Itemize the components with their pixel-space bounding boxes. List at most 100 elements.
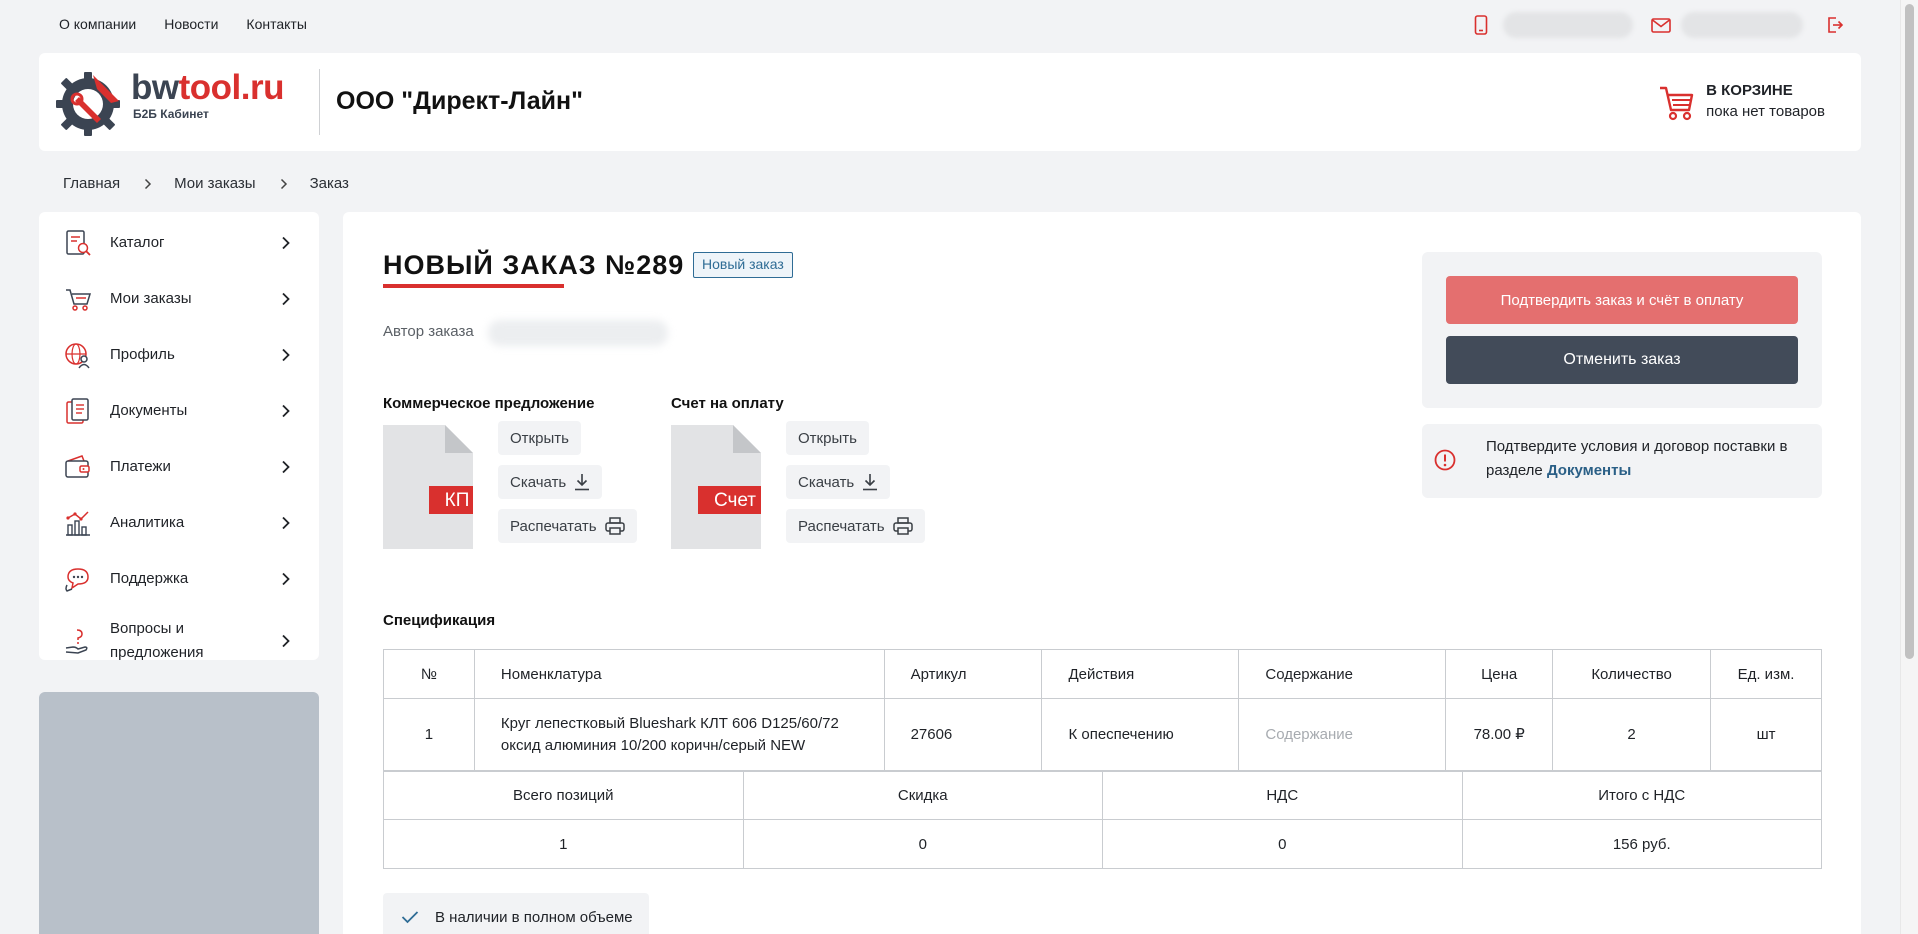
open-button[interactable]: Открыть (498, 421, 581, 455)
notice-text: Подтвердите условия и договор поставки в… (1486, 435, 1806, 483)
sidebar-item-orders[interactable]: Мои заказы (39, 271, 319, 327)
page-title: НОВЫЙ ЗАКАЗ №289 (383, 250, 685, 280)
document-file-icon[interactable]: КП (383, 425, 485, 549)
promo-banner[interactable] (39, 692, 319, 934)
column-header: Ед. изм. (1710, 649, 1822, 699)
nav-link-news[interactable]: Новости (164, 16, 218, 32)
cell-name: Круг лепестковый Blueshark КЛТ 606 D125/… (473, 698, 885, 772)
spec-title: Спецификация (383, 612, 496, 629)
sidebar-label: Мои заказы (110, 290, 192, 307)
printer-icon (892, 517, 913, 535)
column-header: Содержание (1238, 649, 1447, 699)
email-hidden (1681, 12, 1803, 38)
logout-icon[interactable] (1825, 15, 1845, 35)
cell-article: 27606 (883, 698, 1043, 772)
site-header: bwtool.ru Б2Б Кабинет ООО "Директ-Лайн" … (39, 53, 1861, 151)
print-label: Распечатать (798, 517, 885, 535)
print-button[interactable]: Распечатать (498, 509, 637, 543)
column-header: № (383, 649, 475, 699)
chevron-right-icon (282, 572, 290, 586)
summary-header-row: Всего позиций Скидка НДС Итого с НДС (383, 770, 1822, 820)
open-label: Открыть (798, 429, 857, 447)
sidebar-item-documents[interactable]: Документы (39, 383, 319, 439)
cart-widget[interactable]: В КОРЗИНЕ пока нет товаров (1658, 81, 1825, 123)
chevron-right-icon (280, 178, 287, 189)
header-divider (319, 69, 320, 135)
scrollbar-thumb[interactable] (1905, 4, 1914, 659)
breadcrumb-home[interactable]: Главная (63, 175, 120, 192)
column-header: Цена (1445, 649, 1554, 699)
catalog-icon (66, 230, 91, 256)
logo-text[interactable]: bwtool.ru Б2Б Кабинет (131, 68, 285, 122)
sidebar-item-support[interactable]: Поддержка (39, 551, 319, 607)
breadcrumb: Главная Мои заказы Заказ (63, 175, 349, 192)
chevron-right-icon (282, 634, 290, 648)
download-label: Скачать (510, 473, 567, 491)
chevron-right-icon (282, 236, 290, 250)
table-header-row: № Номенклатура Артикул Действия Содержан… (383, 649, 1822, 699)
sidebar-label: Платежи (110, 458, 171, 475)
question-hand-icon (65, 629, 88, 654)
warning-circle-icon (1434, 449, 1456, 471)
summary-label: Всего позиций (383, 770, 744, 820)
sidebar-item-payments[interactable]: Платежи (39, 439, 319, 495)
documents-link[interactable]: Документы (1547, 462, 1631, 479)
sidebar-item-catalog[interactable]: Каталог (39, 215, 319, 271)
logo-name-bw: bw (131, 68, 179, 107)
cart-icon (1658, 83, 1694, 123)
nav-link-contacts[interactable]: Контакты (246, 16, 306, 32)
company-name: ООО "Директ-Лайн" (336, 87, 583, 115)
chevron-right-icon (145, 178, 152, 189)
top-contacts (1471, 12, 1845, 38)
doc-title: Коммерческое предложение (383, 395, 595, 412)
logo-gear-icon[interactable] (53, 67, 123, 137)
nav-link-about[interactable]: О компании (59, 16, 136, 32)
doc-tag: Счет (714, 490, 756, 511)
cell-num: 1 (383, 698, 475, 772)
chevron-right-icon (282, 292, 290, 306)
doc-invoice: Счет на оплату Счет Открыть Скачать Расп… (671, 395, 925, 549)
chevron-right-icon (282, 516, 290, 530)
cell-qty: 2 (1552, 698, 1712, 772)
cancel-order-button[interactable]: Отменить заказ (1446, 336, 1798, 384)
sidebar-label: Каталог (110, 234, 165, 251)
sidebar-item-analytics[interactable]: Аналитика (39, 495, 319, 551)
confirm-order-button[interactable]: Подтвердить заказ и счёт в оплату (1446, 276, 1798, 324)
cell-action[interactable]: К опеспечению (1041, 698, 1240, 772)
download-button[interactable]: Скачать (786, 465, 891, 499)
order-actions: Подтвердить заказ и счёт в оплату Отмени… (1422, 252, 1822, 408)
order-panel: НОВЫЙ ЗАКАЗ №289 Новый заказ Автор заказ… (343, 212, 1861, 934)
title-underline (383, 284, 564, 288)
author-label: Автор заказа (383, 323, 474, 340)
column-header: Артикул (883, 649, 1043, 699)
spec-table: № Номенклатура Артикул Действия Содержан… (383, 649, 1822, 772)
summary-value-row: 1 0 0 156 руб. (383, 819, 1822, 869)
printer-icon (604, 517, 625, 535)
open-label: Открыть (510, 429, 569, 447)
doc-actions: Открыть Скачать Распечатать (786, 421, 925, 543)
download-button[interactable]: Скачать (498, 465, 603, 499)
cell-content[interactable]: Содержание (1238, 698, 1447, 772)
doc-commercial-offer: Коммерческое предложение КП Открыть Скач… (383, 395, 637, 549)
sidebar-label: Аналитика (110, 514, 185, 531)
summary-value: 156 руб. (1461, 819, 1822, 869)
notice-message: Подтвердите условия и договор поставки в… (1486, 438, 1788, 479)
top-nav: О компании Новости Контакты (59, 16, 307, 32)
open-button[interactable]: Открыть (786, 421, 869, 455)
documents-icon (66, 398, 89, 424)
sidebar-item-feedback[interactable]: Вопросы и предложения (39, 609, 319, 673)
checkmark-icon (401, 911, 419, 924)
summary-value: 0 (1102, 819, 1463, 869)
chevron-right-icon (282, 404, 290, 418)
logo-name-rest: tool.ru (178, 68, 285, 107)
breadcrumb-orders[interactable]: Мои заказы (174, 175, 256, 192)
doc-actions: Открыть Скачать Распечатать (498, 421, 637, 543)
sidebar-item-profile[interactable]: Профиль (39, 327, 319, 383)
download-icon (575, 474, 590, 491)
print-button[interactable]: Распечатать (786, 509, 925, 543)
orders-cart-icon (66, 289, 92, 311)
document-file-icon[interactable]: Счет (671, 425, 773, 549)
column-header: Номенклатура (473, 649, 885, 699)
summary-value: 1 (383, 819, 744, 869)
page-scrollbar[interactable] (1900, 0, 1918, 934)
